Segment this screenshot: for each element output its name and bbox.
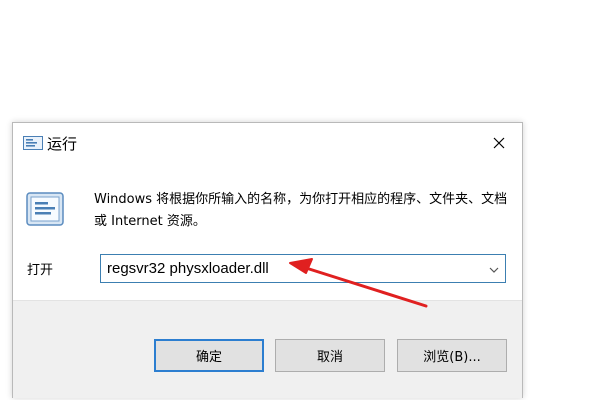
run-icon xyxy=(26,191,64,227)
browse-button[interactable]: 浏览(B)... xyxy=(397,339,507,372)
run-icon xyxy=(23,135,43,151)
ok-button[interactable]: 确定 xyxy=(154,339,264,372)
chevron-down-icon[interactable] xyxy=(487,262,501,276)
title-bar[interactable]: 运行 xyxy=(13,123,522,163)
description-text: Windows 将根据你所输入的名称，为你打开相应的程序、文件夹、文档或 Int… xyxy=(94,192,508,229)
close-icon xyxy=(493,134,505,153)
cancel-button[interactable]: 取消 xyxy=(275,339,385,372)
open-input[interactable]: regsvr32 physxloader.dll xyxy=(107,259,269,279)
window-title: 运行 xyxy=(47,135,78,153)
open-combobox[interactable]: regsvr32 physxloader.dll xyxy=(100,254,506,283)
open-label: 打开 xyxy=(27,263,54,278)
close-button[interactable] xyxy=(476,123,522,163)
button-bar: 确定 取消 浏览(B)... xyxy=(13,300,522,398)
dialog-body: Windows 将根据你所输入的名称，为你打开相应的程序、文件夹、文档或 Int… xyxy=(13,163,522,300)
run-dialog: 运行 Windows 将根据你所输入的名称，为你打开相应的程序、文件夹、文档或 … xyxy=(12,122,523,398)
